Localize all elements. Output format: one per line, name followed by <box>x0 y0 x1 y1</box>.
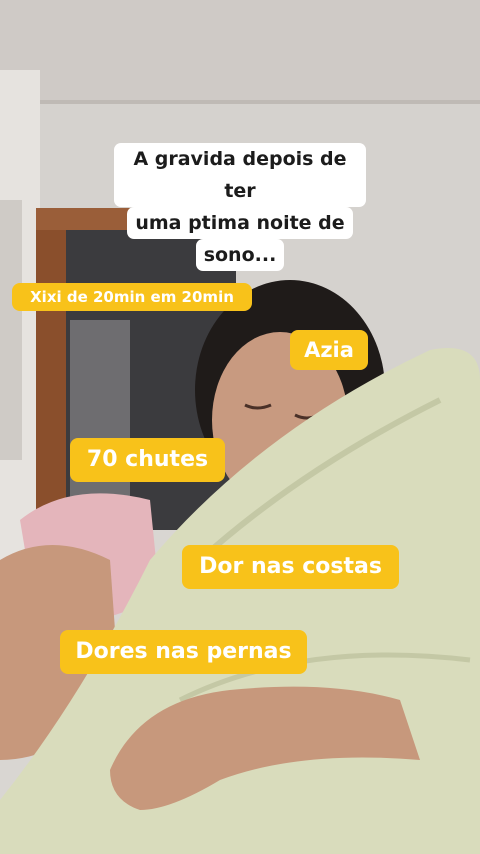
wall-trim <box>0 100 480 104</box>
doorway-light <box>70 320 130 520</box>
sticker-pernas: Dores nas pernas <box>60 630 307 674</box>
door-frame <box>36 208 68 528</box>
sticker-azia: Azia <box>290 330 368 370</box>
caption-line-3: sono... <box>195 239 285 271</box>
photo-background <box>0 0 480 854</box>
caption-line-1: A gravida depois de ter <box>114 143 366 207</box>
ceiling <box>0 0 480 105</box>
caption-line-2: uma ptima noite de <box>127 207 353 239</box>
caption: A gravida depois de ter uma ptima noite … <box>114 143 366 271</box>
sticker-xixi: Xixi de 20min em 20min <box>12 283 252 311</box>
sticker-costas: Dor nas costas <box>182 545 399 589</box>
wardrobe-mirror <box>0 200 22 460</box>
sticker-chutes: 70 chutes <box>70 438 225 482</box>
